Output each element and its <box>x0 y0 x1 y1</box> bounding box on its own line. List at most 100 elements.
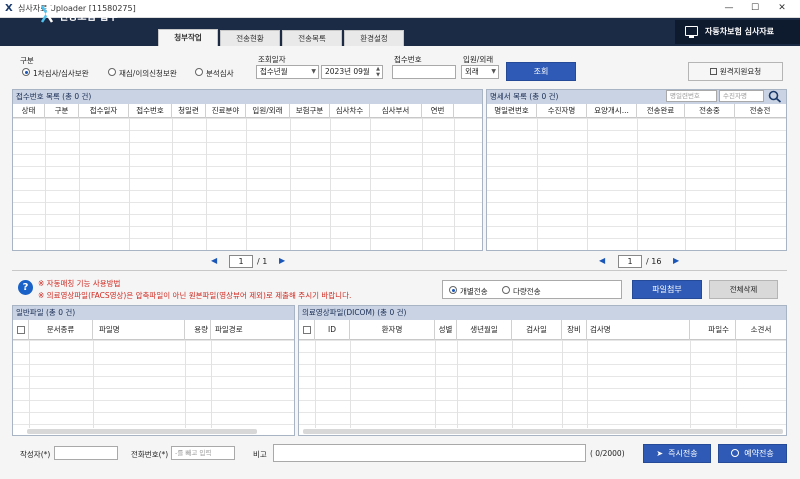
col-dicom-file-count[interactable]: 파일수 <box>690 320 736 340</box>
col-dicom-opinion[interactable]: 소견서 <box>736 320 786 340</box>
radio-re-review-label: 재심/이의신청보완 <box>119 69 177 78</box>
statement-page-input[interactable]: 1 <box>618 255 642 268</box>
attach-file-button[interactable]: 파일첨부 <box>632 280 702 299</box>
radio-analysis-label: 분석심사 <box>206 69 234 78</box>
col-dicom-birth[interactable]: 생년월일 <box>457 320 512 340</box>
dicom-select-all-checkbox[interactable] <box>303 326 311 334</box>
tab-transfer-status[interactable]: 전송현황 <box>220 30 280 46</box>
radio-bulk-transfer[interactable] <box>502 286 510 294</box>
select-all-checkbox[interactable] <box>17 326 25 334</box>
col-statement-seq[interactable]: 명일련번호 <box>487 104 537 118</box>
col-dicom-exam-name[interactable]: 검사명 <box>587 320 690 340</box>
col-serial[interactable]: 연번 <box>422 104 454 118</box>
search-button[interactable]: 조회 <box>506 62 576 81</box>
col-review-round[interactable]: 심사차수 <box>330 104 370 118</box>
radio-individual-transfer[interactable] <box>449 286 457 294</box>
col-review-dept[interactable]: 심사부서 <box>370 104 422 118</box>
title-bar: X 심사자료 Uploader [11580275] — ☐ ✕ <box>0 0 800 18</box>
author-label: 작성자(*) <box>20 450 51 459</box>
maximize-button[interactable]: ☐ <box>748 2 762 15</box>
auto-match-help-link[interactable]: ※ 자동매칭 기능 사용방법 <box>38 278 120 289</box>
dicom-files-header: ID 환자명 성별 생년월일 검사일 장비 검사명 파일수 소견서 <box>299 320 786 340</box>
minimize-button[interactable]: — <box>722 2 736 15</box>
col-patient-name[interactable]: 수진자명 <box>537 104 587 118</box>
tab-settings[interactable]: 환경설정 <box>344 30 404 46</box>
help-icon[interactable]: ? <box>18 280 33 295</box>
receipt-list-panel: 접수번호 목록 (총 0 건) 상태 구분 접수일자 접수번호 청일련 진료분야… <box>12 89 483 251</box>
receipt-number-input[interactable] <box>392 65 456 79</box>
col-not-sent[interactable]: 전송전 <box>735 104 785 118</box>
general-files-hscroll[interactable] <box>27 429 257 434</box>
note-input[interactable] <box>273 444 586 462</box>
col-file-path[interactable]: 파일경로 <box>211 320 294 340</box>
radio-analysis[interactable] <box>195 68 203 76</box>
search-icon[interactable] <box>768 90 782 103</box>
radio-first-review-label: 1차심사/심사보완 <box>33 69 89 78</box>
date-value-picker[interactable]: 2023년 09월 ▲ ▼ <box>321 65 383 79</box>
hira-logo-icon <box>40 5 54 23</box>
receipt-list-title: 접수번호 목록 (총 0 건) <box>13 90 482 104</box>
col-dicom-device[interactable]: 장비 <box>562 320 587 340</box>
hira-logo-text: HIRA <box>17 10 38 18</box>
dicom-notice-text: ※ 의료영상파일(FACS영상)은 압축파일이 아닌 원본파일(영상뷰어 제외)… <box>38 291 352 300</box>
statement-prev-page-icon[interactable]: ◀ <box>599 256 605 265</box>
col-category[interactable]: 구분 <box>45 104 79 118</box>
col-dicom-exam-date[interactable]: 검사일 <box>512 320 562 340</box>
auto-insurance-label: 자동차보험 심사자료 <box>705 27 775 36</box>
col-medical-field[interactable]: 진료분야 <box>206 104 246 118</box>
query-date-label: 조회일자 <box>258 55 286 64</box>
delete-all-button[interactable]: 전체삭제 <box>709 280 778 299</box>
col-file-size[interactable]: 용량 <box>185 320 211 340</box>
receipt-next-page-icon[interactable]: ▶ <box>279 256 285 265</box>
col-receipt-no[interactable]: 접수번호 <box>129 104 172 118</box>
col-sent-done[interactable]: 전송완료 <box>637 104 685 118</box>
reserve-send-button[interactable]: 예약전송 <box>718 444 787 463</box>
general-files-title: 일반파일 (총 0 건) <box>13 306 294 320</box>
phone-input[interactable]: -를 빼고 입력 <box>171 446 235 460</box>
general-files-body <box>13 340 294 428</box>
general-files-select-all[interactable] <box>13 320 29 340</box>
close-button[interactable]: ✕ <box>775 2 789 15</box>
send-icon: ➤ <box>656 449 664 458</box>
date-type-select[interactable]: 접수년월 ▼ <box>256 65 319 79</box>
receipt-prev-page-icon[interactable]: ◀ <box>211 256 217 265</box>
bulk-transfer-label: 다량전송 <box>513 287 541 296</box>
col-care-start[interactable]: 요양개시... <box>587 104 637 118</box>
receipt-page-input[interactable]: 1 <box>229 255 253 268</box>
category-label: 구분 <box>20 56 34 65</box>
radio-re-review[interactable] <box>108 68 116 76</box>
col-insurance-type[interactable]: 보험구분 <box>290 104 330 118</box>
col-dicom-patient[interactable]: 환자명 <box>350 320 435 340</box>
dicom-files-title: 의료영상파일(DICOM) (총 0 건) <box>299 306 786 320</box>
col-dicom-id[interactable]: ID <box>315 320 350 340</box>
col-file-name[interactable]: 파일명 <box>93 320 185 340</box>
col-status[interactable]: 상태 <box>13 104 45 118</box>
statement-next-page-icon[interactable]: ▶ <box>673 256 679 265</box>
col-dicom-sex[interactable]: 성별 <box>435 320 457 340</box>
col-sending[interactable]: 전송중 <box>685 104 735 118</box>
col-claim-seq[interactable]: 청일련 <box>172 104 206 118</box>
individual-transfer-label: 개별전송 <box>460 287 488 296</box>
receipt-list-body <box>13 118 482 250</box>
author-input[interactable] <box>54 446 118 460</box>
send-now-button[interactable]: ➤ 즉시전송 <box>643 444 711 463</box>
monitor-icon <box>685 26 698 38</box>
patient-name-search-input[interactable]: 수진자명 <box>719 90 764 102</box>
tab-claim-work[interactable]: 청부작업 <box>158 29 218 46</box>
tab-transfer-list[interactable]: 전송목록 <box>282 30 342 46</box>
dicom-files-hscroll[interactable] <box>303 429 783 434</box>
receipt-list-header: 상태 구분 접수일자 접수번호 청일련 진료분야 입원/외래 보험구분 심사차수… <box>13 104 482 118</box>
remote-support-button[interactable]: 원격지원요청 <box>688 62 783 81</box>
col-doc-type[interactable]: 문서종류 <box>29 320 93 340</box>
statement-seq-search-input[interactable]: 명일련번호 <box>666 90 717 102</box>
general-files-header: 문서종류 파일명 용량 파일경로 <box>13 320 294 340</box>
statement-list-panel: 명세서 목록 (총 0 건) 명일련번호 수진자명 요양개시... 전송완료 전… <box>486 89 787 251</box>
radio-first-review[interactable] <box>22 68 30 76</box>
col-inout[interactable]: 입원/외래 <box>246 104 290 118</box>
dicom-select-all[interactable] <box>299 320 315 340</box>
col-receipt-date[interactable]: 접수일자 <box>79 104 129 118</box>
phone-label: 전화번호(*) <box>131 450 169 459</box>
inout-select[interactable]: 외래 ▼ <box>461 65 499 79</box>
dicom-files-body <box>299 340 786 428</box>
auto-insurance-link[interactable]: 자동차보험 심사자료 <box>675 20 800 44</box>
